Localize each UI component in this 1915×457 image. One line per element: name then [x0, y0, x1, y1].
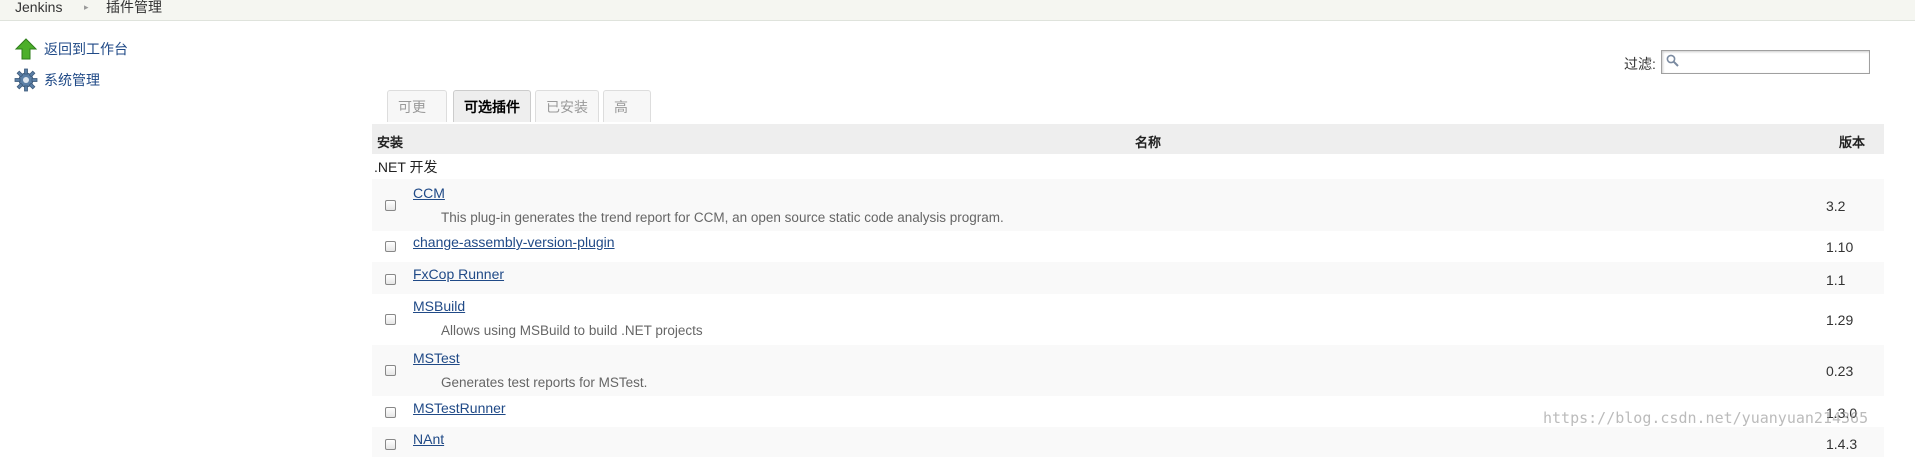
chevron-right-icon: ▸ — [84, 2, 89, 12]
install-checkbox[interactable] — [385, 314, 396, 325]
plugin-description: Generates test reports for MSTest. — [441, 375, 648, 390]
plugin-name-link[interactable]: NAnt — [413, 431, 444, 447]
plugin-name-link[interactable]: CCM — [413, 185, 445, 201]
table-row: MSBuild Allows using MSBuild to build .N… — [372, 294, 1884, 345]
up-arrow-icon — [14, 37, 38, 61]
plugin-version: 1.29 — [1826, 312, 1854, 328]
plugin-version: 3.2 — [1826, 198, 1846, 214]
plugin-version: 0.23 — [1826, 363, 1854, 379]
plugin-name-link[interactable]: MSTestRunner — [413, 400, 506, 416]
tab-available[interactable]: 可选插件 — [453, 90, 531, 122]
breadcrumb: Jenkins ▸ 插件管理 — [0, 0, 1915, 21]
plugin-version: 1.4.3 — [1826, 436, 1858, 452]
install-checkbox[interactable] — [385, 241, 396, 252]
plugin-version: 1.1 — [1826, 272, 1846, 288]
plugin-name-link[interactable]: FxCop Runner — [413, 266, 504, 282]
column-header-install[interactable]: 安装 — [377, 132, 403, 151]
table-row: change-assembly-version-plugin 1.10 — [372, 231, 1884, 262]
filter-input[interactable] — [1682, 53, 1866, 71]
category-label: .NET 开发 — [374, 159, 438, 175]
table-row: CCM This plug-in generates the trend rep… — [372, 179, 1884, 231]
install-checkbox[interactable] — [385, 439, 396, 450]
table-row: NAnt 1.4.3 — [372, 427, 1884, 457]
plugin-name-link[interactable]: MSBuild — [413, 298, 465, 314]
sidebar-item-back-to-dashboard[interactable]: 返回到工作台 — [14, 37, 128, 61]
install-checkbox[interactable] — [385, 407, 396, 418]
install-checkbox[interactable] — [385, 274, 396, 285]
filter-label: 过滤: — [1624, 56, 1656, 72]
column-header-version[interactable]: 版本 — [1839, 132, 1865, 151]
gear-icon — [14, 68, 38, 92]
install-checkbox[interactable] — [385, 365, 396, 376]
tab-updates[interactable]: 可更新 — [387, 90, 447, 147]
install-checkbox[interactable] — [385, 200, 396, 211]
table-row: MSTest Generates test reports for MSTest… — [372, 345, 1884, 396]
breadcrumb-item-plugin-manager[interactable]: 插件管理 — [106, 0, 162, 15]
tab-installed[interactable]: 已安装 — [535, 90, 599, 122]
plugin-name-link[interactable]: change-assembly-version-plugin — [413, 234, 615, 250]
filter-field[interactable] — [1661, 50, 1870, 74]
breadcrumb-item-jenkins[interactable]: Jenkins — [15, 0, 62, 15]
sidebar-item-label: 系统管理 — [44, 72, 100, 88]
plugin-version: 1.10 — [1826, 239, 1854, 255]
plugin-name-link[interactable]: MSTest — [413, 350, 460, 366]
plugin-description: Allows using MSBuild to build .NET proje… — [441, 323, 703, 338]
sidebar-item-label: 返回到工作台 — [44, 41, 128, 57]
sidebar-item-manage-jenkins[interactable]: 系统管理 — [14, 68, 100, 92]
table-row: FxCop Runner 1.1 — [372, 262, 1884, 294]
column-header-name[interactable]: 名称 — [1135, 132, 1161, 151]
watermark: https://blog.csdn.net/yuanyuan214365 — [1543, 409, 1869, 427]
search-icon — [1666, 54, 1679, 70]
table-header: 安装 名称 版本 — [372, 124, 1884, 154]
plugin-description: This plug-in generates the trend report … — [441, 210, 1004, 225]
tab-advanced[interactable]: 高级 — [603, 90, 651, 147]
